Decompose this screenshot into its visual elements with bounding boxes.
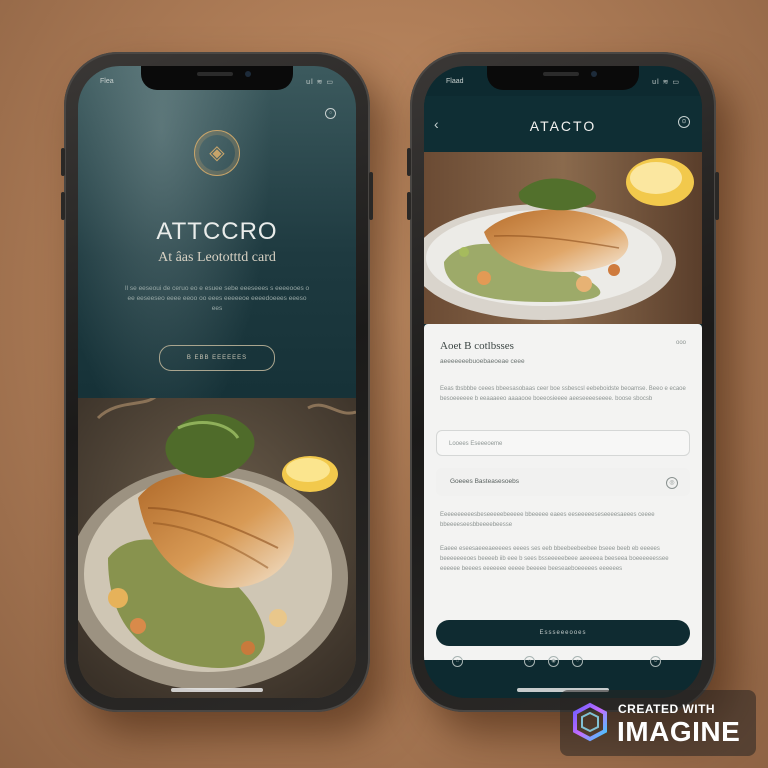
front-camera	[245, 71, 251, 77]
status-time: Flaad	[446, 78, 464, 85]
card-badge: ooo	[675, 340, 686, 346]
orders-tab-icon[interactable]: ◉	[548, 656, 559, 667]
profile-tab-icon[interactable]: ☺	[650, 656, 661, 667]
fish-dish-image	[78, 398, 356, 698]
selection-dropdown[interactable]: Goeees Basteasesoebs ◎	[436, 468, 690, 496]
intro-paragraph: Il se eeseoui de ceruo eo e esuee sebe e…	[124, 285, 310, 312]
info-paragraph: Eeeeeeeeeesbeseeeeebeeeee bbeeeee eaees …	[440, 512, 655, 528]
volume-down-button	[407, 192, 411, 220]
phone-left: Flea ul ≋ ▭ ○ ◈ ATTCCRO At âas Leototttd…	[61, 52, 373, 712]
search-tab-icon[interactable]: ○	[524, 656, 535, 667]
details-card: Aoet B cotlbsses ooo aeeeeeeebuoebaeoeae…	[424, 324, 702, 660]
card-subtitle: aeeeeeeebuoebaeoeae ceee	[440, 358, 525, 365]
fish-dish-image	[424, 152, 702, 324]
app-subtitle: At âas Leototttd card	[158, 250, 276, 265]
app-title: ATTCCRO	[156, 218, 278, 245]
detail-paragraph: Eaeee eseesaeeeaeeeees eeees ses eeb bbe…	[440, 546, 669, 572]
watermark-badge: CREATED WITH IMAGINE	[560, 690, 756, 756]
settings-icon[interactable]: ⊙	[678, 116, 690, 128]
speaker-grille	[543, 72, 579, 76]
dropdown-value: Goeees Basteasesoebs	[450, 478, 520, 485]
info-icon[interactable]: ○	[325, 108, 336, 119]
text-input-field[interactable]: Looees Eseeeoeme	[436, 430, 690, 456]
volume-down-button	[61, 192, 65, 220]
detail-screen: Flaad ul ≋ ▭ ‹ ATACTO ⊙ Aoet B cotlbsses…	[424, 66, 702, 698]
get-started-button[interactable]: B EBB EEEEEES	[159, 345, 275, 371]
bottom-tab-bar: ⌂ ○ ◉ ○ ☺	[424, 650, 702, 674]
volume-up-button	[407, 148, 411, 176]
speaker-grille	[197, 72, 233, 76]
favorites-tab-icon[interactable]: ○	[572, 656, 583, 667]
imagine-logo-icon	[573, 702, 607, 742]
volume-up-button	[61, 148, 65, 176]
restaurant-emblem-icon: ◈	[194, 130, 240, 176]
power-button	[369, 172, 373, 220]
status-bar: Flaad ul ≋ ▭	[446, 78, 680, 90]
card-description: Eeas tbsbbbe ceees bbeesasobaas ceer boe…	[440, 386, 686, 402]
home-tab-icon[interactable]: ⌂	[452, 656, 463, 667]
top-app-bar: ‹ ATACTO ⊙	[424, 96, 702, 152]
home-indicator[interactable]	[171, 688, 263, 692]
primary-action-button[interactable]: Essseeeooes	[436, 620, 690, 646]
watermark-line2: IMAGINE	[617, 716, 741, 747]
power-button	[715, 172, 719, 220]
signal-wifi-battery-icons: ul ≋ ▭	[306, 79, 334, 86]
front-camera	[591, 71, 597, 77]
landing-screen: Flea ul ≋ ▭ ○ ◈ ATTCCRO At âas Leototttd…	[78, 66, 356, 698]
watermark-line1: CREATED WITH	[618, 702, 716, 716]
globe-icon: ◎	[666, 477, 678, 489]
status-time: Flea	[100, 78, 114, 85]
phone-right: Flaad ul ≋ ▭ ‹ ATACTO ⊙ Aoet B cotlbsses…	[407, 52, 719, 712]
status-bar: Flea ul ≋ ▭	[100, 78, 334, 90]
signal-wifi-battery-icons: ul ≋ ▭	[652, 79, 680, 86]
screen-title: ATACTO	[529, 118, 597, 134]
card-title: Aoet B cotlbsses	[440, 340, 514, 352]
